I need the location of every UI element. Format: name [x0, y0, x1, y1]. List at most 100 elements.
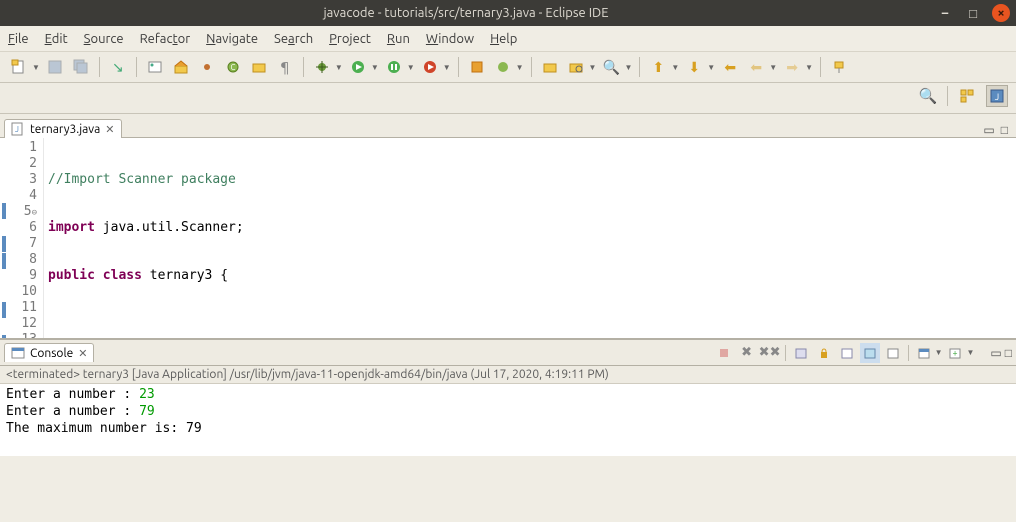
coverage-dropdown[interactable]: ▼ — [407, 63, 415, 72]
back-history-icon[interactable]: ⬅ — [745, 56, 767, 78]
open-console-dropdown[interactable]: ▼ — [935, 348, 943, 357]
save-all-icon[interactable] — [70, 56, 92, 78]
code-editor[interactable]: 1234 5⊖ 6789 10111213 //Import Scanner p… — [0, 138, 1016, 338]
java-perspective-icon[interactable]: J — [986, 85, 1008, 107]
menu-refactor[interactable]: Refactor — [140, 32, 191, 46]
open-perspective-icon[interactable] — [956, 85, 978, 107]
console-tab[interactable]: Console ✕ — [4, 343, 94, 362]
terminate-icon[interactable] — [714, 343, 734, 363]
prev-annotation-dropdown[interactable]: ▼ — [671, 63, 679, 72]
open-type-icon[interactable] — [144, 56, 166, 78]
search-file-icon[interactable] — [565, 56, 587, 78]
svg-text:+: + — [953, 348, 958, 358]
coverage-icon[interactable] — [383, 56, 405, 78]
toolbar-row2: 🔍 J — [0, 83, 1016, 114]
marker — [2, 253, 6, 269]
new-java-dropdown[interactable]: ▼ — [516, 63, 524, 72]
console-process-header: <terminated> ternary3 [Java Application]… — [0, 366, 1016, 384]
java-file-icon: J — [11, 122, 25, 136]
new-console-dropdown[interactable]: ▼ — [966, 348, 974, 357]
console-input-2: 79 — [139, 404, 155, 419]
back-dropdown[interactable]: ▼ — [769, 63, 777, 72]
build-icon[interactable] — [170, 56, 192, 78]
menu-window[interactable]: Window — [426, 32, 474, 46]
svg-text:J: J — [15, 125, 19, 134]
console-prompt-1: Enter a number : — [6, 387, 139, 402]
open-task-icon[interactable] — [539, 56, 561, 78]
prev-annotation-icon[interactable]: ⬆ — [647, 56, 669, 78]
pin-editor-icon[interactable] — [828, 56, 850, 78]
package-icon[interactable] — [196, 56, 218, 78]
clear-console-icon[interactable] — [791, 343, 811, 363]
editor-tabbar: J ternary3.java ✕ ▭ □ — [0, 114, 1016, 138]
console-prompt-2: Enter a number : — [6, 404, 139, 419]
next-annotation-dropdown[interactable]: ▼ — [707, 63, 715, 72]
window-title: javacode - tutorials/src/ternary3.java -… — [6, 6, 926, 20]
new-class-icon[interactable]: C — [222, 56, 244, 78]
menu-help[interactable]: Help — [490, 32, 517, 46]
search-icon[interactable]: 🔍 — [600, 56, 622, 78]
maximize-console-icon[interactable]: □ — [1005, 346, 1012, 360]
editor-tab-label: ternary3.java — [30, 123, 100, 136]
new-console-icon[interactable]: + — [945, 343, 965, 363]
debug-dropdown[interactable]: ▼ — [335, 63, 343, 72]
menu-source[interactable]: Source — [84, 32, 124, 46]
display-console-icon[interactable] — [883, 343, 903, 363]
search-file-dropdown[interactable]: ▼ — [589, 63, 597, 72]
link-icon[interactable]: ↘ — [107, 56, 129, 78]
menu-navigate[interactable]: Navigate — [206, 32, 258, 46]
new-java-class-icon[interactable] — [492, 56, 514, 78]
run-dropdown[interactable]: ▼ — [371, 63, 379, 72]
marker — [2, 236, 6, 252]
ext-tools-dropdown[interactable]: ▼ — [443, 63, 451, 72]
marker-column — [0, 138, 14, 338]
search-dropdown[interactable]: ▼ — [624, 63, 632, 72]
new-java-package-icon[interactable] — [466, 56, 488, 78]
console-result: The maximum number is: 79 — [6, 420, 1010, 437]
forward-icon[interactable]: ➡ — [781, 56, 803, 78]
maximize-editor-icon[interactable]: □ — [1001, 123, 1008, 137]
fold-marker[interactable] — [2, 203, 6, 219]
pin-console-icon[interactable] — [860, 343, 880, 363]
menu-file[interactable]: File — [8, 32, 29, 46]
editor-tab-ternary3[interactable]: J ternary3.java ✕ — [4, 119, 122, 138]
console-tab-label: Console — [30, 347, 73, 360]
menu-edit[interactable]: Edit — [45, 32, 68, 46]
folder-icon[interactable] — [248, 56, 270, 78]
new-icon[interactable] — [8, 56, 30, 78]
ext-tools-icon[interactable] — [419, 56, 441, 78]
run-icon[interactable] — [347, 56, 369, 78]
back-icon[interactable]: ⬅ — [719, 56, 741, 78]
menu-run[interactable]: Run — [387, 32, 410, 46]
remove-all-icon[interactable]: ✖✖ — [760, 343, 780, 363]
open-console-icon[interactable] — [914, 343, 934, 363]
close-button[interactable]: × — [992, 4, 1010, 22]
marker — [2, 302, 6, 318]
line-numbers: 1234 5⊖ 6789 10111213 — [14, 138, 44, 338]
console-output[interactable]: Enter a number : 23 Enter a number : 79 … — [0, 384, 1016, 456]
next-annotation-icon[interactable]: ⬇ — [683, 56, 705, 78]
forward-dropdown[interactable]: ▼ — [805, 63, 813, 72]
menu-project[interactable]: Project — [329, 32, 371, 46]
menu-search[interactable]: Search — [274, 32, 313, 46]
editor-area: J ternary3.java ✕ ▭ □ 1234 5⊖ 6789 10111… — [0, 114, 1016, 338]
minimize-console-icon[interactable]: ▭ — [990, 346, 1001, 360]
menubar: File Edit Source Refactor Navigate Searc… — [0, 26, 1016, 52]
svg-text:C: C — [230, 63, 235, 72]
save-icon[interactable] — [44, 56, 66, 78]
new-dropdown[interactable]: ▼ — [32, 63, 40, 72]
source-text[interactable]: //Import Scanner package import java.uti… — [44, 138, 1016, 338]
console-area: Console ✕ ✖ ✖✖ ▼ + ▼ ▭ □ <terminated> te… — [0, 338, 1016, 456]
close-tab-icon[interactable]: ✕ — [105, 123, 114, 136]
word-wrap-icon[interactable] — [837, 343, 857, 363]
pilcrow-icon[interactable]: ¶ — [274, 56, 296, 78]
minimize-button[interactable]: – — [936, 4, 954, 22]
debug-icon[interactable] — [311, 56, 333, 78]
close-console-tab-icon[interactable]: ✕ — [78, 347, 87, 360]
quick-access-icon[interactable]: 🔍 — [917, 85, 939, 107]
scroll-lock-icon[interactable] — [814, 343, 834, 363]
marker — [2, 335, 6, 338]
maximize-button[interactable]: □ — [964, 4, 982, 22]
remove-launch-icon[interactable]: ✖ — [737, 343, 757, 363]
minimize-editor-icon[interactable]: ▭ — [983, 123, 994, 137]
